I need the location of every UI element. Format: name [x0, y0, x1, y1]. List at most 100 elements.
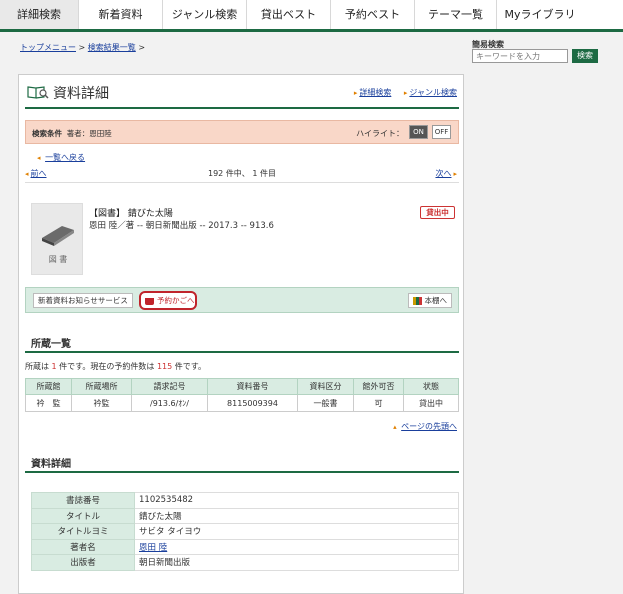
breadcrumb-sep: >	[78, 43, 86, 52]
item-title: 【図書】 錆びた太陽	[89, 209, 173, 219]
table-row: 書誌番号 1102535482	[31, 492, 459, 509]
condition-value: 著者：恩田陸	[66, 129, 112, 138]
quick-search: 簡易検索 検索	[472, 39, 598, 63]
pager-count: 192 件中、 1 件目	[208, 169, 276, 178]
breadcrumb-sep: >	[138, 43, 146, 52]
breadcrumb-results[interactable]: 検索結果一覧	[88, 43, 136, 52]
detail-value: 朝日新聞出版	[134, 554, 459, 571]
next-link[interactable]: 次へ	[435, 169, 451, 178]
bookshelf-icon	[412, 297, 422, 305]
highlight-label: ハイライト：	[356, 129, 404, 138]
reserve-basket-label: 予約かごへ	[157, 296, 195, 305]
bookshelf-label: 本棚へ	[424, 296, 448, 305]
book-search-icon	[27, 85, 49, 103]
page-title-text: 資料詳細	[53, 86, 109, 102]
reserve-count: 115	[156, 362, 173, 371]
book-kind: 図 書	[48, 255, 68, 264]
detail-table: 書誌番号 1102535482 タイトル 錆びた太陽 タイトルヨミ サビタ タイヨウ …	[31, 492, 459, 571]
table-cell: 可	[353, 394, 404, 412]
holdings-info-c: 件です。	[172, 362, 206, 371]
detail-value: 1102535482	[134, 492, 459, 509]
to-top: ▴ ページの先頭へ	[393, 421, 457, 432]
detail-value: 恩田 陸	[134, 538, 459, 555]
holdings-info-b: 件です。現在の予約件数は	[56, 362, 157, 371]
pager-divider	[25, 182, 459, 183]
tab-loan-best[interactable]: 貸出ベスト	[247, 0, 331, 29]
detail-value: 錆びた太陽	[134, 507, 459, 524]
table-header: 所蔵館	[25, 378, 72, 395]
table-header: 館外可否	[353, 378, 404, 395]
quick-search-input[interactable]	[472, 49, 568, 63]
holdings-info: 所蔵は 1 件です。現在の予約件数は 115 件です。	[25, 361, 206, 372]
service-bar: 新着資料お知らせサービス 予約かごへ 本棚へ	[25, 287, 459, 313]
basket-icon	[145, 297, 154, 305]
detail-label: タイトル	[31, 507, 135, 524]
new-arrival-notify-button[interactable]: 新着資料お知らせサービス	[33, 293, 133, 308]
page-title: 資料詳細	[27, 83, 109, 103]
reserve-basket-button[interactable]: 予約かごへ	[139, 291, 197, 310]
detail-label: 書誌番号	[31, 492, 135, 509]
holdings-divider	[25, 351, 459, 353]
tab-detail-search[interactable]: 詳細検索	[0, 0, 79, 29]
author-link[interactable]: 恩田 陸	[139, 543, 167, 553]
arrow-up-icon: ▴	[393, 423, 397, 431]
tab-theme-list[interactable]: テーマ一覧	[415, 0, 497, 29]
detail-value: サビタ タイヨウ	[134, 523, 459, 540]
table-cell: 衿 監	[25, 394, 72, 412]
back-to-list-link[interactable]: 一覧へ戻る	[45, 153, 85, 162]
detail-heading: 資料詳細	[31, 459, 71, 470]
table-row: 出版者 朝日新聞出版	[31, 554, 459, 571]
table-header: 資料区分	[297, 378, 354, 395]
table-row: タイトルヨミ サビタ タイヨウ	[31, 523, 459, 540]
link-genre-search[interactable]: ジャンル検索	[409, 88, 457, 97]
holdings-heading: 所蔵一覧	[31, 339, 71, 350]
search-condition-bar: 検索条件 著者：恩田陸 ハイライト： ON OFF	[25, 120, 459, 144]
table-cell: /913.6/ｵﾝ/	[131, 394, 208, 412]
detail-panel: 資料詳細 ▸ 詳細検索 ▸ ジャンル検索 検索条件 著者：恩田陸 ハイライト： ON…	[18, 74, 464, 594]
item-subinfo: 恩田 陸／著 -- 朝日新聞出版 -- 2017.3 -- 913.6	[89, 221, 274, 231]
holdings-table: 所蔵館 所蔵場所 請求記号 資料番号 資料区分 館外可否 状態 衿 監 衿監 /…	[25, 378, 459, 412]
tab-my-library[interactable]: Myライブラリ	[497, 0, 583, 29]
table-header-row: 所蔵館 所蔵場所 請求記号 資料番号 資料区分 館外可否 状態	[25, 378, 459, 395]
tab-new-arrivals[interactable]: 新着資料	[79, 0, 163, 29]
table-header: 請求記号	[131, 378, 208, 395]
table-cell: 衿監	[71, 394, 132, 412]
book-icon	[42, 226, 74, 246]
to-top-link[interactable]: ページの先頭へ	[401, 422, 457, 431]
arrow-left-icon: ◂	[37, 154, 41, 162]
table-header: 所蔵場所	[71, 378, 132, 395]
search-condition: 検索条件 著者：恩田陸	[32, 128, 112, 139]
table-header: 資料番号	[207, 378, 298, 395]
condition-label: 検索条件	[32, 129, 62, 138]
breadcrumb-top[interactable]: トップメニュー	[20, 43, 76, 52]
table-row: 衿 監 衿監 /913.6/ｵﾝ/ 8115009394 一般書 可 貸出中	[25, 394, 459, 412]
title-divider	[25, 107, 459, 109]
main-nav: 詳細検索 新着資料 ジャンル検索 貸出ベスト 予約ベスト テーマ一覧 Myライブ…	[0, 0, 623, 32]
highlight-off-button[interactable]: OFF	[432, 125, 451, 139]
title-links: ▸ 詳細検索 ▸ ジャンル検索	[354, 87, 457, 98]
book-thumbnail: 図 書	[31, 203, 83, 275]
arrow-right-icon: ▸	[453, 170, 457, 178]
status-badge: 貸出中	[420, 206, 455, 219]
tab-genre-search[interactable]: ジャンル検索	[163, 0, 247, 29]
highlight-on-button[interactable]: ON	[409, 125, 428, 139]
detail-label: 出版者	[31, 554, 135, 571]
detail-label: 著者名	[31, 538, 135, 555]
table-cell: 貸出中	[403, 394, 459, 412]
pager-next: 次へ ▸	[435, 168, 459, 179]
back-to-list: ◂ 一覧へ戻る	[37, 152, 85, 163]
quick-search-button[interactable]: 検索	[572, 49, 598, 63]
holdings-info-a: 所蔵は	[25, 362, 52, 371]
link-detail-search[interactable]: 詳細検索	[359, 88, 391, 97]
table-row: 著者名 恩田 陸	[31, 538, 459, 555]
breadcrumb: トップメニュー > 検索結果一覧 >	[20, 42, 145, 53]
arrow-right-icon: ▸	[353, 89, 358, 97]
table-cell: 8115009394	[207, 394, 298, 412]
tab-reserve-best[interactable]: 予約ベスト	[331, 0, 415, 29]
table-header: 状態	[403, 378, 459, 395]
arrow-right-icon: ▸	[403, 89, 408, 97]
detail-label: タイトルヨミ	[31, 523, 135, 540]
table-cell: 一般書	[297, 394, 354, 412]
detail-divider	[25, 471, 459, 473]
bookshelf-button[interactable]: 本棚へ	[407, 293, 452, 308]
